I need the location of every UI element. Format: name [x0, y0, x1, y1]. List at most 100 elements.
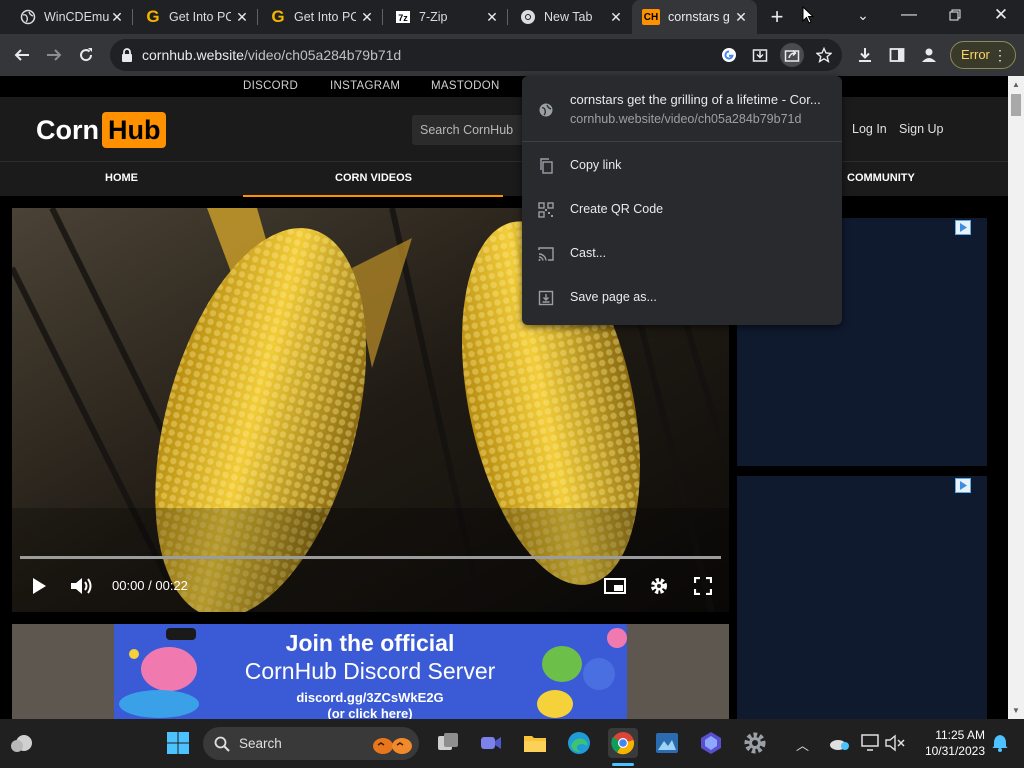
url-text[interactable]: cornhub.website/video/ch05a284b79b71d: [142, 47, 401, 63]
url-host: cornhub.website: [142, 47, 244, 63]
nav-community[interactable]: COMMUNITY: [847, 172, 915, 184]
site-search-input[interactable]: Search CornHub: [412, 115, 532, 145]
social-link-mastodon[interactable]: MASTODON: [431, 80, 500, 92]
banner-headline: Join the official: [285, 630, 455, 656]
system-clock[interactable]: 11:25 AM 10/31/2023: [915, 727, 985, 759]
tab-getintopc-2[interactable]: G Get Into PC ✕: [258, 0, 383, 34]
forward-button[interactable]: [41, 42, 67, 68]
ad-slot-bottom[interactable]: [737, 476, 987, 719]
scroll-up-icon[interactable]: ▲: [1012, 80, 1020, 89]
menu-item-save-page-as[interactable]: Save page as...: [522, 278, 842, 318]
browser-toolbar: cornhub.website/video/ch05a284b79b71d Er…: [0, 34, 1024, 76]
site-logo[interactable]: Corn Hub: [36, 112, 167, 148]
google-lens-icon[interactable]: [717, 43, 741, 67]
picture-in-picture-icon[interactable]: [604, 578, 626, 599]
discord-banner[interactable]: Join the official CornHub Discord Server…: [12, 624, 729, 719]
social-link-instagram[interactable]: INSTAGRAM: [330, 80, 400, 92]
share-menu: cornstars get the grilling of a lifetime…: [522, 76, 842, 325]
g-favicon-icon: G: [271, 7, 285, 26]
share-page-url: cornhub.website/video/ch05a284b79b71d: [570, 112, 802, 126]
volume-muted-icon[interactable]: [880, 728, 910, 758]
clock-date: 10/31/2023: [924, 744, 985, 758]
banner-click-here[interactable]: (or click here): [212, 706, 528, 719]
onedrive-sync-icon[interactable]: [824, 728, 854, 758]
menu-dots-icon[interactable]: ⋮: [993, 42, 1007, 68]
show-hidden-icons-icon[interactable]: ︿: [796, 735, 809, 754]
tab-title: 7-Zip: [419, 10, 448, 24]
back-button[interactable]: [9, 42, 35, 68]
globe-icon: [20, 9, 36, 25]
close-tab-icon[interactable]: ✕: [733, 9, 749, 25]
cast-icon: [538, 247, 554, 261]
tab-search-button[interactable]: ⌄: [840, 0, 886, 30]
settings-gear-icon[interactable]: [649, 576, 669, 601]
tab-wincdemu[interactable]: WinCDEmu ✕: [0, 0, 133, 34]
teams-meet-icon[interactable]: [476, 728, 506, 758]
volume-icon[interactable]: [70, 576, 94, 601]
profile-icon[interactable]: [916, 42, 942, 68]
banner-invite-link[interactable]: discord.gg/3ZCsWkE2G: [212, 690, 528, 705]
copilot-app-icon[interactable]: [696, 728, 726, 758]
lock-icon[interactable]: [120, 47, 134, 63]
tab-title: New Tab: [544, 10, 593, 24]
page-scrollbar[interactable]: ▲ ▼: [1008, 76, 1024, 719]
banner-cartoon-character: [119, 628, 199, 718]
address-bar[interactable]: cornhub.website/video/ch05a284b79b71d: [110, 39, 842, 71]
downloads-icon[interactable]: [852, 42, 878, 68]
menu-item-label: Create QR Code: [570, 202, 664, 216]
taskbar-search[interactable]: Search: [203, 727, 419, 760]
error-button[interactable]: Error ⋮: [950, 41, 1016, 69]
reload-button[interactable]: [73, 42, 99, 68]
login-link[interactable]: Log In: [852, 122, 887, 136]
side-panel-icon[interactable]: [884, 42, 910, 68]
menu-item-create-qr-code[interactable]: Create QR Code: [522, 190, 842, 230]
close-tab-icon[interactable]: ✕: [608, 9, 624, 25]
close-tab-icon[interactable]: ✕: [484, 9, 500, 25]
start-button[interactable]: [163, 728, 193, 758]
bookmark-star-icon[interactable]: [812, 43, 836, 67]
install-app-icon[interactable]: [748, 43, 772, 67]
close-tab-icon[interactable]: ✕: [109, 9, 125, 25]
menu-item-cast[interactable]: Cast...: [522, 234, 842, 274]
settings-app-icon[interactable]: [740, 728, 770, 758]
weather-widget-icon[interactable]: [8, 728, 38, 758]
video-progress-bar[interactable]: [20, 556, 721, 559]
tab-getintopc-1[interactable]: G Get Into PC ✕: [133, 0, 258, 34]
restore-button[interactable]: [932, 0, 978, 30]
close-window-button[interactable]: ✕: [978, 0, 1024, 30]
menu-item-copy-link[interactable]: Copy link: [522, 146, 842, 186]
edge-browser-icon[interactable]: [564, 728, 594, 758]
logo-text-hub: Hub: [102, 112, 167, 148]
notification-bell-icon[interactable]: [985, 728, 1015, 758]
chrome-taskbar-icon[interactable]: [608, 728, 638, 758]
file-explorer-icon[interactable]: [520, 728, 550, 758]
signup-link[interactable]: Sign Up: [899, 122, 943, 136]
search-icon: [214, 736, 230, 752]
share-icon[interactable]: [780, 43, 804, 67]
nav-corn-videos[interactable]: CORN VIDEOS: [335, 172, 412, 184]
menu-item-label: Cast...: [570, 246, 607, 260]
minimize-button[interactable]: —: [886, 0, 932, 30]
seven-zip-icon: 7z: [395, 9, 411, 25]
page-content: DISCORD INSTAGRAM MASTODON Corn Hub Sear…: [0, 76, 1008, 719]
windows-taskbar: Search ︿ 11:25 AM 10/31/2023: [0, 719, 1024, 768]
social-link-discord[interactable]: DISCORD: [243, 80, 298, 92]
banner-cartoon-crew: [537, 628, 627, 718]
fullscreen-icon[interactable]: [693, 576, 713, 600]
photos-app-icon[interactable]: [652, 728, 682, 758]
adchoices-icon[interactable]: [955, 220, 971, 235]
tab-title: cornstars g: [668, 10, 730, 24]
tab-cornhub[interactable]: CH cornstars g ✕: [632, 0, 757, 34]
tab-new-tab[interactable]: New Tab ✕: [508, 0, 632, 34]
play-icon[interactable]: [30, 577, 48, 600]
scrollbar-thumb[interactable]: [1011, 94, 1021, 116]
new-tab-button[interactable]: +: [766, 6, 788, 28]
adchoices-icon[interactable]: [955, 478, 971, 493]
tab-7zip[interactable]: 7z 7-Zip ✕: [383, 0, 508, 34]
error-label: Error: [961, 47, 990, 62]
close-tab-icon[interactable]: ✕: [359, 9, 375, 25]
close-tab-icon[interactable]: ✕: [234, 9, 250, 25]
task-view-icon[interactable]: [433, 728, 463, 758]
nav-home[interactable]: HOME: [105, 172, 138, 184]
scroll-down-icon[interactable]: ▼: [1012, 706, 1020, 715]
